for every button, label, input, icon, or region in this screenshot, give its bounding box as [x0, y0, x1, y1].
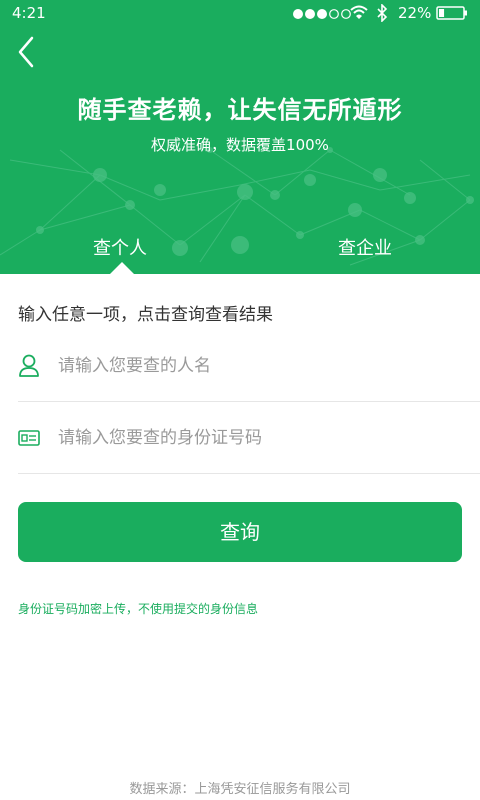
signal-strength-icon	[293, 9, 351, 19]
tab-person[interactable]: 查个人	[20, 234, 220, 260]
id-card-icon	[18, 430, 40, 446]
active-tab-indicator	[110, 262, 134, 274]
status-bar: 4:21 22%	[0, 0, 480, 28]
person-icon	[19, 354, 39, 377]
name-field-row	[18, 330, 480, 402]
back-button[interactable]	[10, 32, 46, 72]
query-button[interactable]: 查询	[18, 502, 462, 562]
page-subtitle: 权威准确，数据覆盖100%	[151, 136, 329, 154]
page-title: 随手查老赖，让失信无所遁形	[77, 96, 403, 124]
tab-company[interactable]: 查企业	[265, 234, 465, 260]
id-number-input[interactable]	[58, 420, 458, 456]
privacy-notice: 身份证号码加密上传，不使用提交的身份信息	[18, 602, 259, 616]
wifi-icon	[350, 5, 368, 19]
battery-percent: 22%	[398, 4, 432, 22]
data-source-footer: 数据来源：上海凭安征信服务有限公司	[129, 782, 351, 797]
header: 4:21 22% 随手查老赖，让失信无所遁形 权威准确，数据覆盖100% 查个人…	[0, 0, 480, 274]
id-field-row	[18, 402, 480, 474]
bluetooth-icon	[377, 4, 388, 22]
status-time: 4:21	[12, 4, 46, 22]
form-instruction: 输入任意一项，点击查询查看结果	[18, 305, 273, 325]
name-input[interactable]	[58, 348, 458, 384]
battery-icon	[436, 6, 467, 20]
